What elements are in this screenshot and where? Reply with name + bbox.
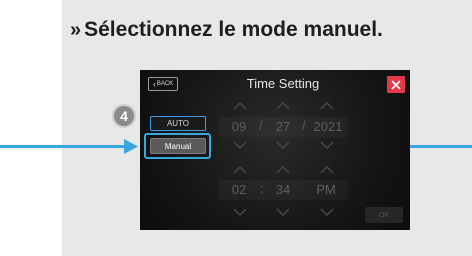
year-field[interactable]: 2021 xyxy=(310,118,346,136)
instruction-heading: » Sélectionnez le mode manuel. xyxy=(70,18,383,42)
day-down-arrow-icon[interactable] xyxy=(276,141,290,149)
month-field[interactable]: 09 xyxy=(226,118,252,136)
ampm-field[interactable]: PM xyxy=(313,181,339,199)
hour-down-arrow-icon[interactable] xyxy=(233,208,247,216)
dialog-title: Time Setting xyxy=(246,76,320,91)
day-up-arrow-icon[interactable] xyxy=(276,102,290,110)
minute-up-arrow-icon[interactable] xyxy=(276,166,290,174)
close-button[interactable] xyxy=(387,76,405,93)
date-separator: / xyxy=(259,118,263,133)
pointer-arrowhead-icon xyxy=(124,139,138,154)
pointer-line-left xyxy=(0,145,128,148)
ok-button[interactable]: OK xyxy=(365,207,403,223)
close-icon xyxy=(391,79,401,90)
day-field[interactable]: 27 xyxy=(270,118,296,136)
step-number-badge: 4 xyxy=(112,104,136,128)
chevron-left-icon: ‹ xyxy=(152,78,156,89)
minute-down-arrow-icon[interactable] xyxy=(276,208,290,216)
hour-up-arrow-icon[interactable] xyxy=(233,166,247,174)
double-chevron-icon: » xyxy=(70,19,82,41)
hour-field[interactable]: 02 xyxy=(226,181,252,199)
ampm-down-arrow-icon[interactable] xyxy=(320,208,334,216)
auto-mode-button[interactable]: AUTO xyxy=(150,116,206,131)
back-button-label: BACK xyxy=(156,81,174,87)
year-up-arrow-icon[interactable] xyxy=(320,102,334,110)
month-down-arrow-icon[interactable] xyxy=(233,141,247,149)
date-separator: / xyxy=(302,118,306,133)
month-up-arrow-icon[interactable] xyxy=(233,102,247,110)
time-separator: : xyxy=(260,181,264,196)
manual-highlight-frame xyxy=(144,133,211,159)
manual-page-illustration: » Sélectionnez le mode manuel. ‹ BACK Time… xyxy=(0,0,472,256)
back-button[interactable]: ‹ BACK xyxy=(148,77,178,91)
ampm-up-arrow-icon[interactable] xyxy=(320,166,334,174)
instruction-text: Sélectionnez le mode manuel. xyxy=(84,18,383,41)
year-down-arrow-icon[interactable] xyxy=(320,141,334,149)
minute-field[interactable]: 34 xyxy=(270,181,296,199)
